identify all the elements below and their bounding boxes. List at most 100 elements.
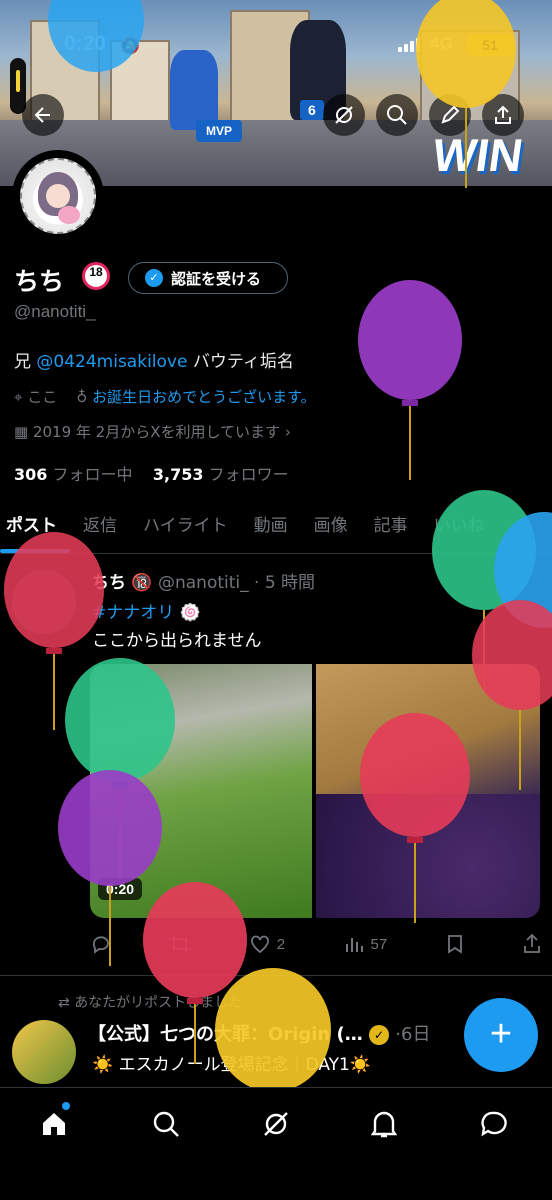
get-verified-button[interactable]: ✓ 認証を受ける bbox=[128, 262, 288, 294]
nav-home[interactable] bbox=[34, 1104, 74, 1144]
like-button[interactable]: 2 bbox=[249, 933, 285, 955]
repost-note: ⇄ あなたがリポストしました bbox=[58, 992, 242, 1012]
mvp-badge: MVP bbox=[196, 120, 243, 142]
nav-notifications[interactable] bbox=[364, 1104, 404, 1144]
nav-messages[interactable] bbox=[474, 1104, 514, 1144]
post2-author[interactable]: 【公式】七つの大罪：Origin (… bbox=[88, 1024, 363, 1045]
followers-link[interactable]: 3,753 フォロワー bbox=[153, 465, 289, 484]
following-link[interactable]: 306 フォロー中 bbox=[14, 465, 133, 484]
reply-icon bbox=[92, 936, 109, 954]
repost-button[interactable] bbox=[169, 933, 191, 955]
post-hashtag[interactable]: #ナナオリ 🍥 bbox=[92, 598, 201, 623]
calendar-icon: ▦ bbox=[14, 423, 29, 441]
status-time: 0:20 bbox=[64, 32, 107, 55]
tab-articles[interactable]: 記事 bbox=[361, 506, 421, 553]
post-handle-time: @nanotiti_ · 5 時間 bbox=[157, 573, 316, 593]
repost-note-text: あなたがリポストしました bbox=[74, 995, 243, 1011]
tab-likes[interactable]: いいね bbox=[421, 506, 498, 553]
bookmark-icon bbox=[447, 935, 462, 954]
views-icon bbox=[345, 938, 363, 952]
nav-grok[interactable] bbox=[256, 1104, 296, 1144]
grok-icon bbox=[264, 1112, 288, 1136]
post-text: ここから出られません bbox=[92, 631, 262, 651]
post-header: ちち 🔞 @nanotiti_ · 5 時間 bbox=[92, 568, 315, 593]
tab-images[interactable]: 画像 bbox=[301, 506, 361, 553]
pen-icon bbox=[441, 105, 460, 124]
birthday-text: お誕生日おめでとうございます。 bbox=[92, 388, 316, 406]
profile-avatar[interactable] bbox=[12, 150, 104, 242]
search-icon bbox=[153, 1111, 179, 1137]
bottom-nav bbox=[0, 1087, 552, 1200]
user-handle: @nanotiti_ bbox=[14, 302, 96, 321]
share-icon bbox=[495, 105, 511, 124]
gold-verified-icon: ✓ bbox=[369, 1025, 389, 1045]
location-text: ここ bbox=[27, 388, 58, 406]
compose-button[interactable]: + bbox=[464, 998, 538, 1072]
followers-label: フォロワー bbox=[208, 465, 289, 484]
bookmark-button[interactable] bbox=[445, 933, 465, 955]
balloon-icon: ♁ bbox=[76, 388, 88, 406]
views-count: 57 bbox=[370, 935, 388, 953]
location-icon: ⌖ bbox=[14, 388, 23, 406]
post-author[interactable]: ちち bbox=[92, 573, 126, 593]
post-share-button[interactable] bbox=[522, 933, 542, 955]
nav-search[interactable] bbox=[146, 1104, 186, 1144]
network-type: 4G bbox=[430, 34, 453, 53]
search-icon bbox=[387, 105, 407, 125]
post-divider bbox=[0, 975, 552, 976]
rank-badge: 6 bbox=[300, 100, 324, 120]
age-18-badge: 18 bbox=[82, 262, 110, 290]
like-count: 2 bbox=[276, 935, 286, 953]
bio-suffix: バウティ垢名 bbox=[187, 352, 294, 372]
verified-check-icon: ✓ bbox=[145, 269, 163, 287]
post-avatar[interactable] bbox=[12, 570, 76, 634]
balloon-purple-1 bbox=[358, 280, 462, 480]
video-duration: 0:20 bbox=[98, 878, 143, 900]
tab-posts[interactable]: ポスト bbox=[0, 506, 70, 553]
post-age-badge: 🔞 bbox=[131, 573, 153, 593]
repost-icon: ⇄ bbox=[58, 995, 70, 1011]
repost-icon bbox=[170, 935, 191, 953]
following-count: 306 bbox=[14, 465, 48, 484]
edit-button[interactable] bbox=[429, 94, 471, 136]
grok-button[interactable] bbox=[323, 94, 365, 136]
joined-date[interactable]: ▦ 2019 年 2月からXを利用しています › bbox=[14, 421, 291, 442]
share-button[interactable] bbox=[482, 94, 524, 136]
signal-icon bbox=[398, 38, 420, 52]
following-label: フォロー中 bbox=[52, 465, 133, 484]
tab-highlights[interactable]: ハイライト bbox=[130, 506, 241, 553]
display-name: ちち bbox=[14, 267, 65, 296]
profile-meta: ⌖ ここ ♁ お誕生日おめでとうございます。 bbox=[14, 386, 316, 407]
tab-replies[interactable]: 返信 bbox=[70, 506, 130, 553]
post2-text: ☀️ エスカノール登場記念｜DAY1☀️ bbox=[92, 1055, 372, 1075]
reply-button[interactable] bbox=[90, 933, 112, 955]
win-text: WIN bbox=[428, 129, 526, 181]
tab-videos[interactable]: 動画 bbox=[241, 506, 301, 553]
views-button[interactable]: 57 bbox=[343, 933, 388, 955]
follow-counts: 306 フォロー中 3,753 フォロワー bbox=[14, 461, 289, 485]
post2-time: ·6日 bbox=[395, 1024, 431, 1045]
notifications-icon bbox=[370, 1111, 398, 1138]
share-icon bbox=[524, 933, 540, 953]
bio-mention-link[interactable]: @0424misakilove bbox=[36, 352, 187, 372]
home-icon bbox=[43, 1113, 65, 1135]
heart-icon bbox=[250, 935, 269, 954]
mute-bell-icon: 🔕 bbox=[120, 36, 140, 55]
battery-indicator: 51 bbox=[466, 34, 514, 56]
home-notification-dot bbox=[62, 1102, 70, 1110]
post-image[interactable] bbox=[316, 664, 540, 918]
status-bar: 0:20 🔕 4G 51 bbox=[0, 30, 552, 62]
bio-prefix: 兄 bbox=[14, 352, 37, 372]
profile-tabs: ポスト 返信 ハイライト 動画 画像 記事 いいね bbox=[0, 506, 552, 554]
chevron-right-icon: › bbox=[284, 423, 291, 441]
joined-text: 2019 年 2月からXを利用しています bbox=[32, 423, 281, 441]
followers-count: 3,753 bbox=[152, 465, 204, 484]
back-button[interactable] bbox=[22, 94, 64, 136]
get-verified-label: 認証を受ける bbox=[171, 269, 262, 288]
search-button[interactable] bbox=[376, 94, 418, 136]
post-actions: 2 57 bbox=[90, 930, 542, 958]
post2-avatar[interactable] bbox=[12, 1020, 76, 1084]
back-arrow-icon bbox=[34, 107, 50, 123]
bio: 兄 @0424misakilove バウティ垢名 bbox=[14, 347, 294, 372]
messages-icon bbox=[481, 1111, 507, 1137]
